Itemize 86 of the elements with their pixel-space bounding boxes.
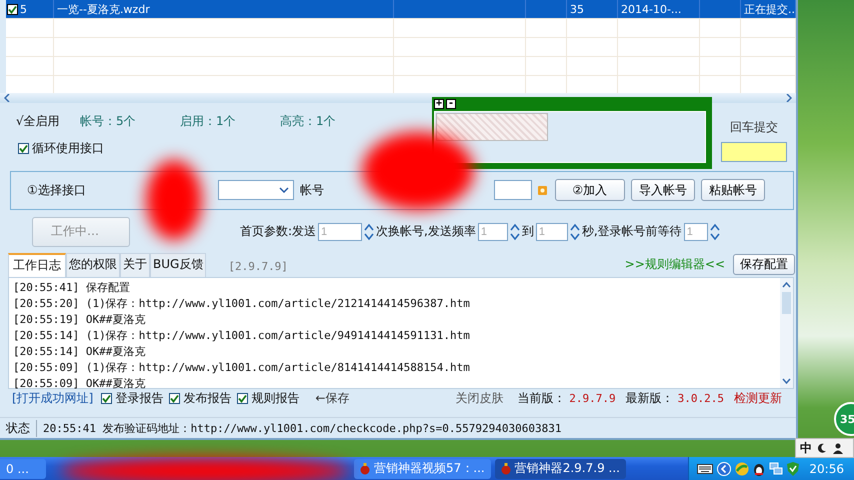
moon-icon [818, 443, 827, 453]
tab[interactable]: BUG反馈 [150, 253, 206, 278]
version-label: [2.9.7.9] [228, 260, 288, 274]
open-success-link[interactable]: [打开成功网址] [12, 390, 94, 407]
log-line: [20:55:41] 保存配置 [13, 280, 131, 296]
save-config-button[interactable]: 保存配置 [733, 254, 795, 276]
log-line: [20:55:20] (1)保存：http://www.yl1001.com/article/2121414414596387.htm [13, 296, 471, 312]
person-icon [833, 442, 843, 454]
shield-icon [787, 462, 800, 476]
app-icon [500, 462, 511, 474]
enable-all-toggle[interactable]: √全启用 [16, 112, 80, 130]
enabled-count: 启用：1个 [180, 112, 237, 130]
log-line: [20:55:09] OK##夏洛克 [13, 376, 146, 392]
checkbox-label: 发布报告 [183, 390, 232, 407]
highlight-count: 高亮：1个 [280, 112, 337, 130]
select-interface-label: ①选择接口 [27, 182, 86, 199]
check-icon [102, 394, 112, 403]
check-icon [238, 394, 248, 403]
tab[interactable]: 您的权限 [66, 253, 120, 278]
account-count: 帐号：5个 [80, 112, 137, 130]
current-version-label: 当前版： [517, 390, 566, 407]
check-icon [19, 144, 28, 153]
interface-dropdown[interactable] [218, 180, 294, 200]
log-line: [20:55:19] OK##夏洛克 [13, 312, 146, 328]
spinner-arrows-icon [570, 222, 580, 241]
help-icon [538, 186, 547, 195]
scrollbar-thumb[interactable] [782, 292, 791, 314]
penguin-icon [753, 462, 766, 476]
setting-label: 秒,登录帐号前等待 [582, 223, 682, 240]
checkbox-label: 登录报告 [115, 390, 164, 407]
captcha-input[interactable] [721, 142, 787, 162]
network-icon [769, 462, 784, 476]
zoom-in-button[interactable]: + [434, 98, 444, 109]
colored-ball-icon [735, 462, 750, 476]
latest-version-value: 3.0.2.5 [678, 392, 724, 405]
close-skin-link[interactable]: 关闭皮肤 [455, 390, 504, 407]
tab[interactable]: 工作日志 [8, 253, 66, 278]
table-cell: 一览--夏洛克.wzdr [57, 2, 150, 16]
log-line: [20:55:14] (1)保存：http://www.yl1001.com/article/9491414414591131.htm [13, 328, 471, 344]
vertical-scrollbar[interactable] [780, 278, 793, 388]
checkbox[interactable] [169, 392, 180, 404]
check-icon [8, 4, 17, 14]
setting-label: 首页参数:发送 [240, 223, 316, 240]
caret-icon [278, 187, 289, 194]
rule-editor-link[interactable]: >>规则编辑器<< [624, 256, 725, 274]
checkbox[interactable] [237, 392, 248, 404]
setting-label: 到 [522, 223, 534, 240]
table-cell: 35 [570, 2, 584, 16]
status-label: 状态 [6, 420, 37, 437]
spinner-arrows-icon [510, 222, 520, 241]
checkbox[interactable] [101, 392, 112, 404]
left-arrow-circle-icon [717, 462, 732, 476]
check-update-link[interactable]: 检测更新 [734, 390, 782, 407]
save-link[interactable]: ←保存 [315, 390, 350, 407]
taskbar-button[interactable]: 0 ... [0, 458, 46, 478]
table-row[interactable]: 5 一览--夏洛克.wzdr 35 2014-10-... 正在提交.. [6, 0, 796, 19]
current-version-value: 2.9.7.9 [569, 392, 616, 405]
checkbox[interactable] [7, 4, 18, 14]
setting-label: 次换帐号,发送频率 [376, 223, 476, 240]
keyboard-icon [697, 464, 714, 474]
checkbox[interactable] [18, 142, 29, 154]
log-line: [20:55:14] OK##夏洛克 [13, 344, 146, 360]
latest-version-label: 最新版： [626, 390, 674, 407]
clock: 20:56 [809, 462, 844, 476]
log-line: [20:55:09] (1)保存：http://www.yl1001.com/article/8141414414588154.htm [13, 360, 471, 376]
table-cell: 5 [20, 2, 27, 16]
tab[interactable]: 关于 [120, 253, 150, 278]
zoom-out-button[interactable]: - [446, 98, 456, 109]
taskbar-button[interactable]: 营销神器视频57：... [354, 458, 491, 478]
ime-mode-button[interactable]: 中 [800, 440, 812, 456]
table-cell: 正在提交.. [744, 2, 795, 16]
spinner-arrows-icon [364, 222, 374, 241]
app-icon [360, 462, 370, 474]
check-icon [170, 394, 180, 403]
account-field[interactable] [494, 180, 532, 200]
spinner-arrows-icon [710, 222, 720, 241]
account-button[interactable]: 粘贴帐号 [700, 179, 765, 202]
checkbox-label: 循环使用接口 [32, 140, 104, 157]
checkbox-label: 规则报告 [251, 390, 300, 407]
account-button[interactable]: 导入帐号 [630, 179, 695, 202]
status-text: 20:55:41 发布验证码地址：http://www.yl1001.com/checkcode.php?s=0.5579294030603831 [43, 420, 562, 436]
account-button[interactable]: ②加入 [554, 179, 625, 202]
taskbar-button[interactable]: 营销神器2.9.7.9 ... [494, 458, 626, 478]
table-cell: 2014-10-... [621, 2, 682, 16]
enter-submit-label: 回车提交 [730, 118, 778, 136]
account-label: 帐号 [300, 182, 324, 199]
